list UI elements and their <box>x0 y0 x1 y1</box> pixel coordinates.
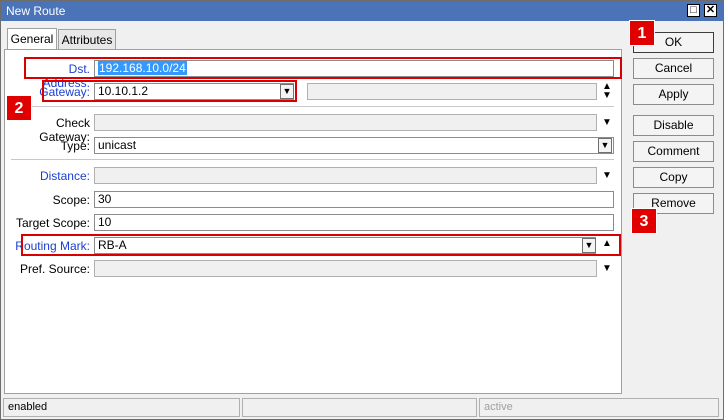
routing-mark-combo-icon[interactable]: ▼ <box>582 238 596 253</box>
tab-attributes[interactable]: Attributes <box>58 29 116 49</box>
restore-icon[interactable]: □ <box>687 4 700 17</box>
apply-button[interactable]: Apply <box>633 84 714 105</box>
status-bar: enabled active <box>1 397 723 419</box>
close-icon[interactable]: ✕ <box>704 4 717 17</box>
window-title: New Route <box>6 4 66 18</box>
scope-label: Scope: <box>52 193 90 207</box>
type-select[interactable]: unicast <box>94 137 614 154</box>
status-state: enabled <box>3 398 240 417</box>
pref-source-dropdown-icon[interactable]: ▼ <box>602 264 612 274</box>
type-value: unicast <box>98 138 137 152</box>
dst-address-value: 192.168.10.0/24 <box>98 61 187 75</box>
check-gateway-select[interactable] <box>94 114 597 131</box>
distance-dropdown-icon[interactable]: ▼ <box>602 171 612 181</box>
gateway-label: Gateway: <box>39 85 90 99</box>
routing-mark-up-icon[interactable]: ▲ <box>602 239 612 249</box>
routing-mark-value: RB-A <box>98 238 127 252</box>
dst-address-input[interactable]: 192.168.10.0/24 <box>94 60 614 77</box>
target-scope-input[interactable]: 10 <box>94 214 614 231</box>
gateway-combo-icon[interactable]: ▼ <box>280 84 294 99</box>
cancel-button[interactable]: Cancel <box>633 58 714 79</box>
annotation-badge-1: 1 <box>629 20 655 46</box>
routing-mark-input[interactable]: RB-A <box>94 237 596 254</box>
comment-button[interactable]: Comment <box>633 141 714 162</box>
status-middle <box>242 398 477 417</box>
routing-mark-label: Routing Mark: <box>15 239 90 253</box>
target-scope-label: Target Scope: <box>15 216 90 230</box>
title-bar: New Route □ ✕ <box>1 1 723 21</box>
gateway-input[interactable]: 10.10.1.2 <box>94 83 294 100</box>
gateway-down-icon[interactable]: ▼ <box>602 91 612 101</box>
scope-input[interactable]: 30 <box>94 191 614 208</box>
scope-value: 30 <box>98 192 112 206</box>
pref-source-label: Pref. Source: <box>19 262 90 276</box>
section-divider <box>11 106 614 107</box>
distance-input[interactable] <box>94 167 597 184</box>
tab-general[interactable]: General <box>7 28 57 49</box>
type-combo-icon[interactable]: ▼ <box>598 138 612 153</box>
section-divider <box>11 159 614 160</box>
new-route-window: New Route □ ✕ General Attributes Dst. Ad… <box>0 0 724 420</box>
pref-source-select[interactable] <box>94 260 597 277</box>
copy-button[interactable]: Copy <box>633 167 714 188</box>
check-gateway-dropdown-icon[interactable]: ▼ <box>602 118 612 128</box>
gateway-secondary-input <box>307 83 597 100</box>
annotation-badge-3: 3 <box>631 208 657 234</box>
gateway-value: 10.10.1.2 <box>98 84 149 98</box>
annotation-badge-2: 2 <box>6 95 32 121</box>
disable-button[interactable]: Disable <box>633 115 714 136</box>
type-label: Type: <box>60 139 90 153</box>
status-running: active <box>479 398 719 417</box>
distance-label: Distance: <box>39 169 90 183</box>
target-scope-value: 10 <box>98 215 112 229</box>
